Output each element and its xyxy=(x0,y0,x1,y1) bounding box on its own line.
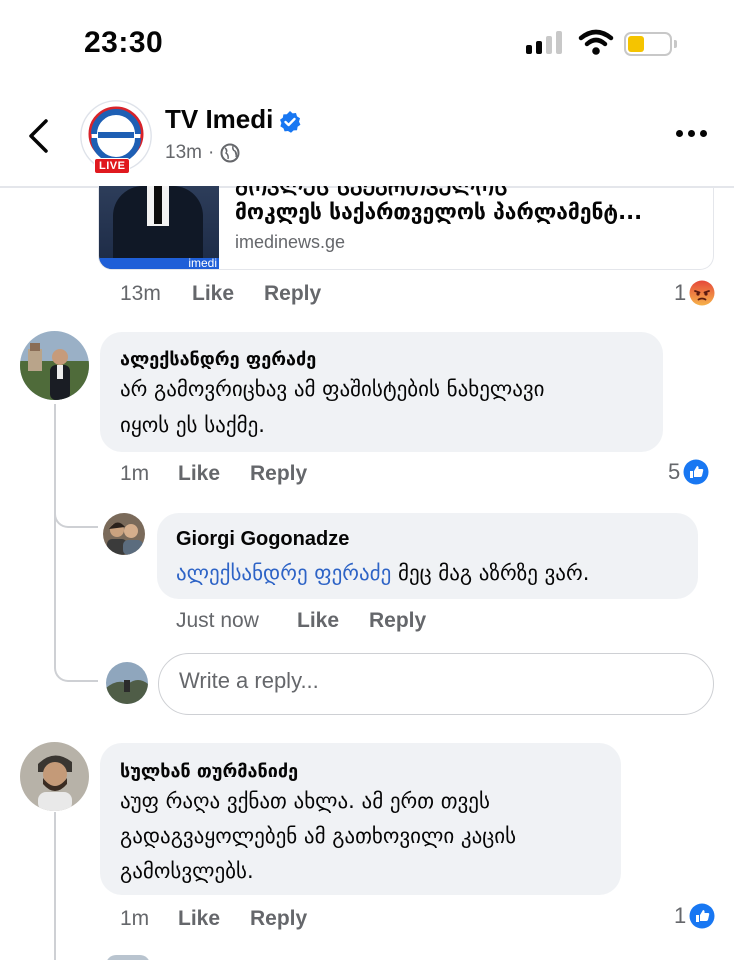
post-action-time: 13m xyxy=(120,282,161,305)
thread-line xyxy=(54,404,56,666)
comment-time: 1m xyxy=(120,907,150,930)
thread-branch xyxy=(54,500,98,528)
reply-text: მეც მაგ აზრზე ვარ. xyxy=(397,561,590,585)
comment-line: აუფ რაღა ვქნათ ახლა. ამ ერთ თვეს xyxy=(120,789,490,813)
reply-reply-button[interactable]: Reply xyxy=(369,609,426,633)
thumbnail-watermark: imedi xyxy=(188,256,217,270)
reply-mention-link[interactable]: ალექსანდრე ფერაძე xyxy=(176,561,391,585)
link-title: მოკლეს საქართველოს პარლამენტ... xyxy=(235,200,643,224)
profile-photo xyxy=(20,331,89,400)
comment-reaction-summary[interactable]: 5 xyxy=(668,459,709,485)
profile-photo xyxy=(103,513,145,555)
like-reaction-icon xyxy=(689,903,715,929)
comment-reaction-summary[interactable]: 1 xyxy=(674,903,715,929)
link-thumbnail: imedi xyxy=(99,186,219,270)
comment-line: იყოს ეს საქმე. xyxy=(120,413,265,437)
comment-line: არ გამოვრიცხავ ამ ფაშისტების ნახელავი xyxy=(120,377,545,401)
post-like-button[interactable]: Like xyxy=(192,282,264,306)
comment-reply-button[interactable]: Reply xyxy=(250,462,307,486)
angry-reaction-icon xyxy=(689,280,715,306)
thread-line xyxy=(54,812,56,960)
globe-icon xyxy=(220,143,240,163)
reply-line: ალექსანდრე ფერაძე მეც მაგ აზრზე ვარ. xyxy=(176,556,589,591)
avatar[interactable] xyxy=(103,513,145,555)
comment-reaction-count: 1 xyxy=(674,903,687,928)
meta-separator: · xyxy=(207,142,215,163)
comment-time: 1m xyxy=(120,462,150,485)
reply-like-button[interactable]: Like xyxy=(297,609,369,633)
comment-author[interactable]: ალექსანდრე ფერაძე xyxy=(120,349,316,370)
verified-badge-icon xyxy=(280,111,301,133)
profile-photo xyxy=(20,742,89,811)
post-reaction-count: 1 xyxy=(674,280,687,305)
like-reaction-icon xyxy=(683,459,709,485)
comment-like-button[interactable]: Like xyxy=(178,907,250,931)
comment-like-button[interactable]: Like xyxy=(178,462,250,486)
post-reaction-summary[interactable]: 1 xyxy=(674,280,715,306)
more-dots-icon xyxy=(676,130,683,137)
reply-author[interactable]: Giorgi Gogonadze xyxy=(176,528,349,551)
avatar[interactable] xyxy=(20,742,89,811)
comment-author[interactable]: სულხან თურმანიძე xyxy=(120,761,298,782)
comment-actions: 1m Like Reply xyxy=(120,907,307,931)
comment-actions: 1m Like Reply xyxy=(120,462,307,486)
comment-line: გამოსვლებს. xyxy=(120,859,254,883)
reply-actions: Just now Like Reply xyxy=(176,609,426,633)
profile-photo xyxy=(106,662,148,704)
current-user-avatar xyxy=(106,662,148,704)
thread-branch xyxy=(54,648,98,682)
link-domain: imedinews.ge xyxy=(235,232,346,252)
link-preview-card[interactable]: imedi ᲛᲝᲙᲚᲔᲡ ᲡᲐᲥᲐᲠᲗᲕᲔᲚᲝᲡ მოკლეს საქართვე… xyxy=(98,186,714,270)
avatar[interactable] xyxy=(20,331,89,400)
more-options-button[interactable] xyxy=(676,130,707,137)
page-avatar[interactable]: LIVE xyxy=(80,100,152,174)
comment-reaction-count: 5 xyxy=(668,459,681,484)
post-meta: 13m · xyxy=(165,142,240,164)
status-time: 23:30 xyxy=(84,26,164,59)
live-badge: LIVE xyxy=(94,158,131,174)
wifi-icon xyxy=(578,29,614,55)
reply-time: Just now xyxy=(176,609,259,632)
post-actions: 13m Like Reply xyxy=(120,282,321,306)
chevron-left-icon[interactable] xyxy=(26,118,50,154)
reply-input-box[interactable] xyxy=(158,653,714,715)
reply-input[interactable] xyxy=(179,668,679,694)
post-reply-button[interactable]: Reply xyxy=(264,282,321,306)
comment-line: გადაგვაყოლებენ ამ გათხოვილი კაცის xyxy=(120,824,517,848)
comment-reply-button[interactable]: Reply xyxy=(250,907,307,931)
battery-icon xyxy=(624,32,677,56)
cellular-signal-icon xyxy=(526,31,566,54)
post-time: 13m xyxy=(165,142,202,163)
page-name[interactable]: TV Imedi xyxy=(165,104,273,135)
next-comment-avatar-peek xyxy=(106,955,150,960)
